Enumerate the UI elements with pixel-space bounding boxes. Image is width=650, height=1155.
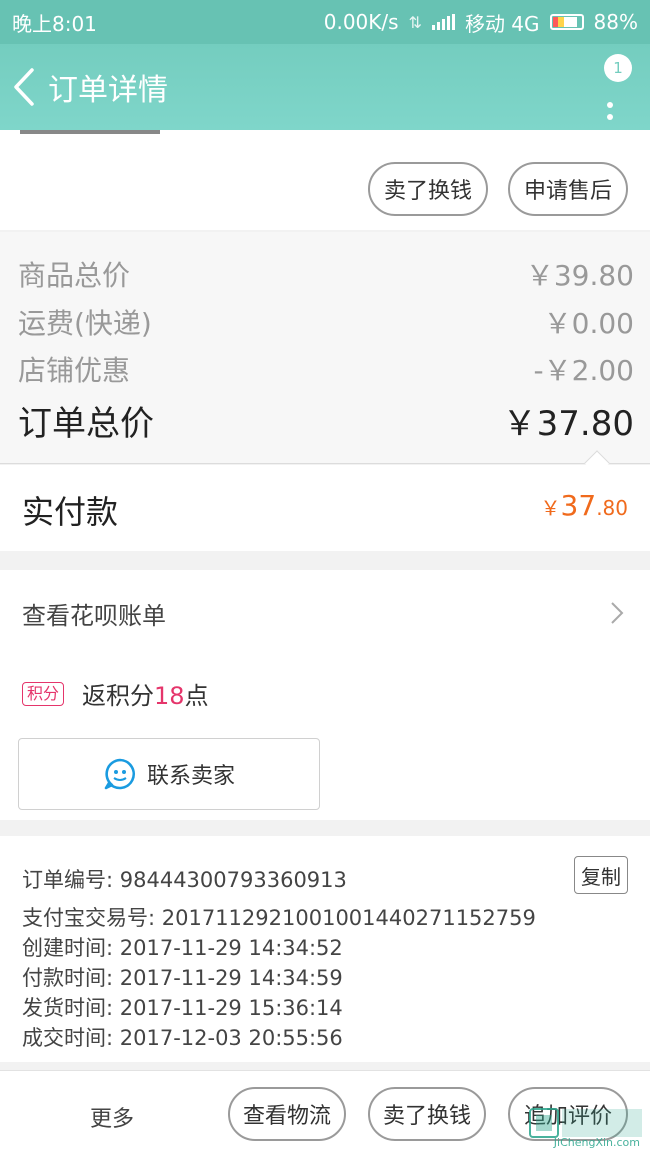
- points-suffix: 点: [184, 682, 209, 710]
- price-row: 店铺优惠 -￥2.00: [18, 349, 634, 389]
- order-item-actions: 卖了换钱 申请售后: [0, 130, 650, 230]
- price-label: 店铺优惠: [18, 354, 131, 387]
- order-total-row: 订单总价 ￥37.80: [18, 396, 634, 445]
- contact-seller-button[interactable]: 联系卖家: [18, 738, 320, 810]
- copy-button[interactable]: 复制: [574, 856, 628, 894]
- page-title: 订单详情: [48, 73, 168, 108]
- notification-badge: 1: [604, 54, 632, 82]
- watermark-logo: JiChengXin.com: [528, 1103, 646, 1153]
- points-prefix: 返积分: [82, 682, 155, 710]
- order-total-label: 订单总价: [18, 404, 154, 444]
- nav-bar: 订单详情 1: [0, 44, 650, 130]
- status-time: 晚上8:01: [12, 11, 97, 36]
- created-time: 创建时间: 2017-11-29 14:34:52: [22, 936, 343, 960]
- carrier-label: 移动 4G: [464, 11, 540, 36]
- chevron-right-icon: [611, 602, 624, 624]
- product-image-edge: [20, 130, 160, 134]
- price-value: ￥39.80: [525, 259, 634, 292]
- more-button[interactable]: 更多: [90, 1101, 134, 1133]
- view-logistics-button[interactable]: 查看物流: [228, 1087, 346, 1141]
- actual-payment: 实付款 ￥37.80: [0, 465, 650, 551]
- paid-label: 实付款: [22, 493, 119, 531]
- extra-info-section: 查看花呗账单 积分 返积分18点 联系卖家: [0, 570, 650, 820]
- battery-percent: 88%: [593, 10, 638, 34]
- huabei-bill-link[interactable]: 查看花呗账单: [22, 592, 624, 634]
- price-value: -￥2.00: [533, 354, 634, 387]
- battery-icon: [549, 14, 584, 30]
- status-bar: 晚上8:01 0.00K/s ⇅ 移动 4G 88%: [0, 0, 650, 44]
- back-arrow-icon[interactable]: [4, 44, 44, 130]
- network-speed: 0.00K/s: [323, 10, 399, 34]
- sell-button-bottom[interactable]: 卖了换钱: [368, 1087, 486, 1141]
- price-value: ￥0.00: [543, 307, 634, 340]
- price-label: 运费(快递): [18, 307, 152, 340]
- points-reward: 积分 返积分18点: [22, 676, 209, 711]
- shipped-time: 发货时间: 2017-11-29 15:36:14: [22, 996, 343, 1020]
- order-number: 订单编号: 98444300793360913: [22, 868, 347, 892]
- divider: [0, 463, 650, 464]
- paid-currency: ￥: [540, 496, 561, 520]
- paid-time: 付款时间: 2017-11-29 14:34:59: [22, 966, 343, 990]
- completed-time: 成交时间: 2017-12-03 20:55:56: [22, 1026, 343, 1050]
- points-text: 返积分18点: [82, 676, 209, 711]
- data-arrows-icon: ⇅: [408, 12, 422, 32]
- price-row: 商品总价 ￥39.80: [18, 254, 634, 294]
- status-indicators: 0.00K/s ⇅ 移动 4G 88%: [324, 8, 638, 37]
- contact-seller-label: 联系卖家: [146, 764, 235, 789]
- sell-button[interactable]: 卖了换钱: [368, 162, 488, 216]
- paid-amount: ￥37.80: [541, 489, 628, 522]
- huabei-label: 查看花呗账单: [22, 601, 166, 630]
- paid-decimal: .80: [596, 496, 628, 520]
- price-summary: 商品总价 ￥39.80 运费(快递) ￥0.00 店铺优惠 -￥2.00 订单总…: [0, 232, 650, 464]
- order-details: 订单编号: 98444300793360913 复制 支付宝交易号: 20171…: [0, 836, 650, 1062]
- watermark-text: JiChengXin.com: [553, 1136, 640, 1149]
- after-sale-button[interactable]: 申请售后: [508, 162, 628, 216]
- points-tag: 积分: [22, 681, 65, 706]
- chat-bubble-icon: [104, 758, 135, 790]
- order-total-value: ￥37.80: [502, 404, 634, 444]
- points-number: 18: [154, 682, 185, 710]
- alipay-trade-number: 支付宝交易号: 2017112921001001440271152759: [22, 906, 536, 930]
- price-label: 商品总价: [18, 259, 131, 292]
- price-row: 运费(快递) ￥0.00: [18, 302, 634, 342]
- paid-integer: 37: [560, 489, 597, 522]
- signal-icon: [431, 14, 455, 30]
